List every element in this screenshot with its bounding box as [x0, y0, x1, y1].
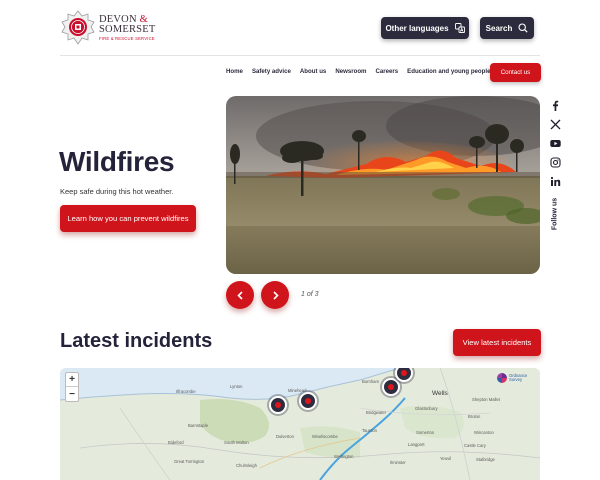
map-label-wincanton: Wincanton [474, 430, 494, 435]
ordnance-survey-icon [497, 373, 507, 383]
map-label-langport: Langport [408, 442, 425, 447]
map-label-wellington: Wellington [334, 454, 354, 459]
ordnance-survey-logo: Ordnance Survey [497, 373, 527, 383]
zoom-out-button[interactable]: − [66, 387, 78, 401]
latest-incidents-title: Latest incidents [60, 330, 213, 352]
translate-icon [454, 23, 465, 33]
map-label-yeovil: Yeovil [440, 456, 452, 461]
search-icon [518, 23, 528, 33]
nav-item-about-us[interactable]: About us [300, 67, 326, 77]
main-nav: Home Safety advice About us Newsroom Car… [226, 67, 490, 77]
map-label-bruton: Bruton [468, 414, 481, 419]
map-label-glastonbury: Glastonbury [415, 406, 438, 411]
crest-icon [61, 10, 95, 45]
search-button[interactable]: Search [480, 17, 534, 39]
nav-item-safety-advice[interactable]: Safety advice [252, 67, 291, 77]
logo-text-somerset: SOMERSET [99, 24, 156, 36]
os-attribution-line2: Survey [509, 377, 523, 382]
map-terrain [60, 368, 540, 480]
map-label-barnstaple: Barnstaple [188, 423, 209, 428]
map-label-ilminster: Ilminster [390, 460, 406, 465]
previous-slide-button[interactable] [226, 281, 254, 309]
map-label-wells: Wells [432, 390, 448, 397]
linkedin-icon[interactable] [550, 176, 561, 187]
chevron-left-icon [236, 290, 243, 300]
instagram-icon[interactable] [549, 157, 561, 168]
map-label-shepton-mallet: Shepton Mallet [472, 397, 500, 402]
map-label-great-torrington: Great Torrington [174, 459, 205, 464]
next-slide-button[interactable] [261, 281, 289, 309]
chevron-right-icon [272, 290, 279, 300]
slide-counter: 1 of 3 [301, 291, 319, 298]
incidents-map[interactable]: Wells Burnham Bridgwater Glastonbury Lyn… [60, 368, 540, 480]
follow-us-label: Follow us [551, 197, 559, 231]
prevent-wildfires-button[interactable]: Learn how you can prevent wildfires [60, 205, 196, 232]
hero-subtitle: Keep safe during this hot weather. [60, 187, 174, 196]
search-label: Search [485, 23, 513, 33]
zoom-in-button[interactable]: + [66, 373, 78, 387]
nav-item-careers[interactable]: Careers [375, 67, 398, 77]
social-links [548, 100, 562, 187]
map-label-wiveliscombe: Wiveliscombe [312, 434, 338, 439]
map-label-lynton: Lynton [230, 384, 243, 389]
map-label-taunton: Taunton [362, 428, 377, 433]
map-label-bridgwater: Bridgwater [366, 410, 387, 415]
map-label-south-molton: South Molton [224, 440, 249, 445]
map-label-bideford: Bideford [168, 440, 184, 445]
wildfire-photo-icon [226, 96, 540, 274]
youtube-icon[interactable] [549, 138, 561, 149]
map-label-somerton: Somerton [416, 430, 435, 435]
facebook-icon[interactable] [550, 100, 561, 111]
nav-item-newsroom[interactable]: Newsroom [335, 67, 366, 77]
other-languages-label: Other languages [385, 23, 449, 33]
map-label-burnham: Burnham [362, 379, 379, 384]
header-divider [60, 55, 540, 56]
contact-us-button[interactable]: Contact us [490, 63, 541, 82]
hero-image [226, 96, 540, 274]
x-icon[interactable] [550, 119, 561, 130]
map-label-ilfracombe: Ilfracombe [176, 389, 196, 394]
logo-subtitle: FIRE & RESCUE SERVICE [99, 35, 155, 41]
incident-marker[interactable] [299, 392, 317, 410]
hero-title: Wildfires [59, 146, 175, 177]
nav-item-education[interactable]: Education and young people [407, 67, 490, 77]
map-zoom-controls: + − [65, 372, 79, 402]
other-languages-button[interactable]: Other languages [381, 17, 469, 39]
map-label-stalbridge: Stalbridge [476, 457, 495, 462]
nav-item-home[interactable]: Home [226, 67, 243, 77]
incident-marker[interactable] [382, 378, 400, 396]
view-latest-incidents-button[interactable]: View latest incidents [453, 329, 541, 356]
map-label-dulverton: Dulverton [276, 434, 294, 439]
site-logo[interactable]: DEVON & SOMERSET FIRE & RESCUE SERVICE [61, 10, 157, 46]
map-label-chulmleigh: Chulmleigh [236, 463, 257, 468]
map-label-castle-cary: Castle Cary [464, 443, 486, 448]
incident-marker[interactable] [269, 396, 287, 414]
